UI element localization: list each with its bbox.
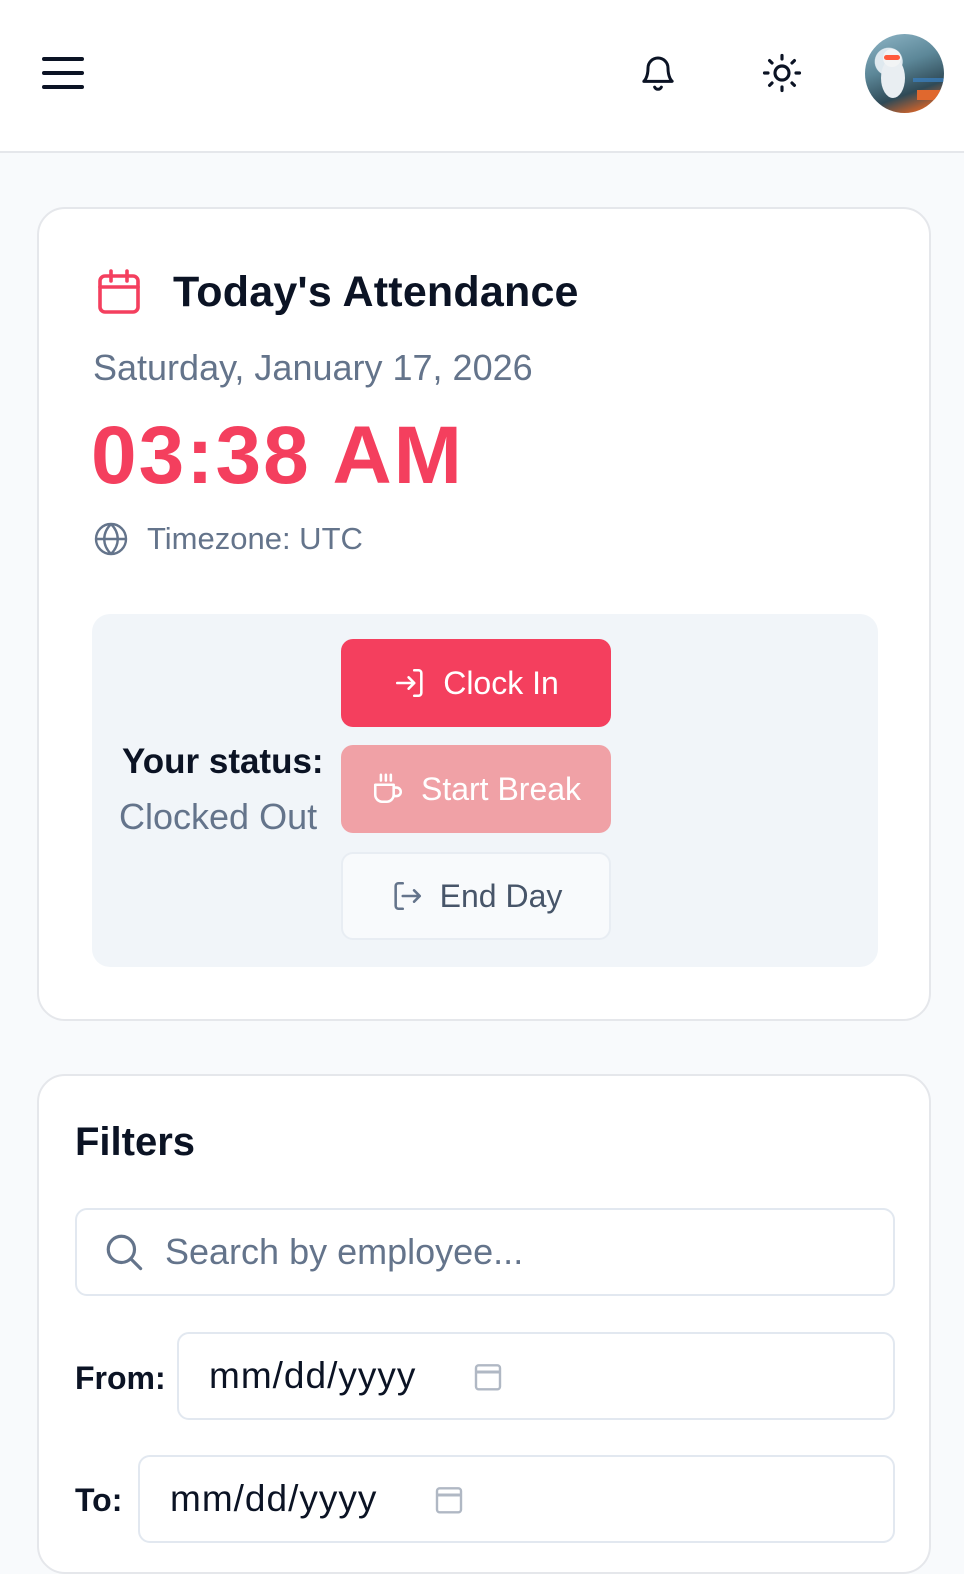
from-date-value: mm/dd/yyyy	[209, 1355, 417, 1396]
clock-in-button[interactable]: Clock In	[341, 639, 611, 727]
timezone-text: Timezone: UTC	[147, 521, 363, 556]
start-break-button[interactable]: Start Break	[341, 745, 611, 833]
menu-icon	[42, 57, 84, 89]
coffee-icon	[373, 773, 402, 804]
top-bar	[0, 0, 964, 153]
from-calendar-icon[interactable]	[472, 1359, 504, 1393]
user-avatar	[881, 49, 944, 100]
from-label: From:	[75, 1360, 166, 1396]
search-icon	[106, 1234, 143, 1271]
to-date-value: mm/dd/yyyy	[170, 1478, 378, 1519]
logout-icon	[394, 881, 421, 911]
login-icon	[396, 668, 423, 698]
filters-title: Filters	[75, 1120, 196, 1164]
current-time: 03:38 AM	[91, 410, 464, 501]
attendance-card: Today's Attendance Saturday, January 17,…	[37, 207, 931, 1021]
globe-icon	[94, 522, 128, 556]
to-calendar-icon[interactable]	[433, 1482, 465, 1516]
end-day-button[interactable]: End Day	[341, 852, 611, 940]
search-input[interactable]	[165, 1231, 845, 1273]
end-day-label: End Day	[439, 877, 563, 914]
status-label: Your status:	[122, 742, 324, 781]
calendar-icon	[98, 269, 140, 314]
from-date-input[interactable]: mm/dd/yyyy	[177, 1332, 895, 1420]
theme-toggle-button[interactable]	[752, 44, 812, 102]
sun-icon	[762, 53, 802, 93]
to-date-input[interactable]: mm/dd/yyyy	[138, 1455, 895, 1543]
clock-in-label: Clock In	[443, 664, 559, 701]
status-panel: Your status: Clocked Out Clock In Start …	[92, 614, 878, 967]
notifications-button[interactable]	[628, 44, 688, 102]
attendance-title: Today's Attendance	[173, 267, 579, 316]
avatar[interactable]	[865, 34, 944, 113]
menu-button[interactable]	[32, 46, 94, 100]
current-date: Saturday, January 17, 2026	[93, 347, 533, 388]
filters-card: Filters From: mm/dd/yyyy To: mm/dd/yyyy	[37, 1074, 931, 1574]
search-field[interactable]	[75, 1208, 895, 1296]
to-label: To:	[75, 1482, 123, 1518]
bell-icon	[642, 56, 674, 91]
attendance-header: Today's Attendance	[95, 267, 579, 317]
status-value: Clocked Out	[119, 796, 318, 837]
timezone-row: Timezone: UTC	[93, 521, 363, 557]
start-break-label: Start Break	[420, 770, 582, 807]
